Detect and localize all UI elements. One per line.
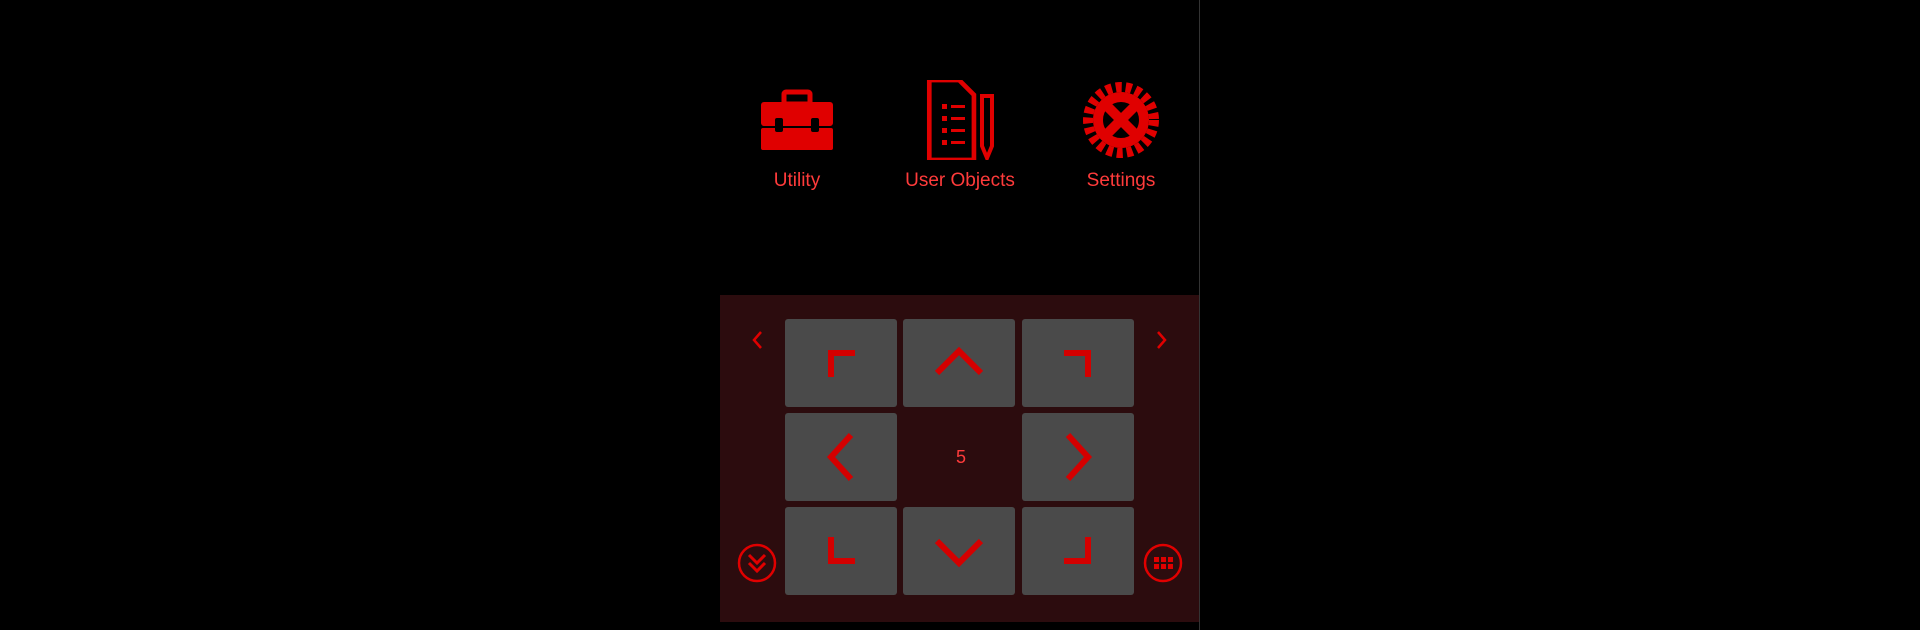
arrow-up-left-icon xyxy=(828,350,855,377)
arrow-down-icon xyxy=(934,538,984,568)
arrow-down-right-icon xyxy=(1064,537,1091,564)
menu-label-settings: Settings xyxy=(1086,170,1156,191)
menu-item-utility[interactable]: Utility xyxy=(732,80,862,210)
key-up-right[interactable] xyxy=(1022,319,1134,407)
direction-pad: 5 xyxy=(720,295,1199,622)
prev-page-button[interactable] xyxy=(742,325,772,355)
key-right[interactable] xyxy=(1022,413,1134,501)
collapse-button[interactable] xyxy=(737,543,777,583)
center-key-value: 5 xyxy=(955,446,966,467)
chevron-left-icon xyxy=(752,331,762,349)
grid-menu-button[interactable] xyxy=(1143,543,1183,583)
key-down[interactable] xyxy=(903,507,1015,595)
main-menu: Utility User Objects Settings xyxy=(720,0,1199,295)
double-chevron-down-icon xyxy=(737,543,777,583)
key-down-right[interactable] xyxy=(1022,507,1134,595)
arrow-down-left-icon xyxy=(828,537,855,564)
grid-icon xyxy=(1143,543,1183,583)
document-pencil-icon xyxy=(926,80,994,160)
app-screen: Utility User Objects Settings 5 xyxy=(720,0,1200,630)
arrow-left-icon xyxy=(826,432,854,482)
menu-label-user-objects: User Objects xyxy=(905,170,1015,191)
menu-label-utility: Utility xyxy=(773,170,821,191)
toolbox-icon xyxy=(761,89,833,150)
key-up-left[interactable] xyxy=(785,319,897,407)
menu-item-user-objects[interactable]: User Objects xyxy=(895,80,1025,210)
menu-item-settings[interactable]: Settings xyxy=(1056,80,1186,210)
key-left[interactable] xyxy=(785,413,897,501)
key-up[interactable] xyxy=(903,319,1015,407)
key-down-left[interactable] xyxy=(785,507,897,595)
arrow-up-right-icon xyxy=(1064,350,1091,377)
gear-icon xyxy=(1083,82,1159,158)
arrow-right-icon xyxy=(1065,432,1093,482)
next-page-button[interactable] xyxy=(1147,325,1177,355)
arrow-up-icon xyxy=(934,346,984,376)
chevron-right-icon xyxy=(1157,331,1167,349)
